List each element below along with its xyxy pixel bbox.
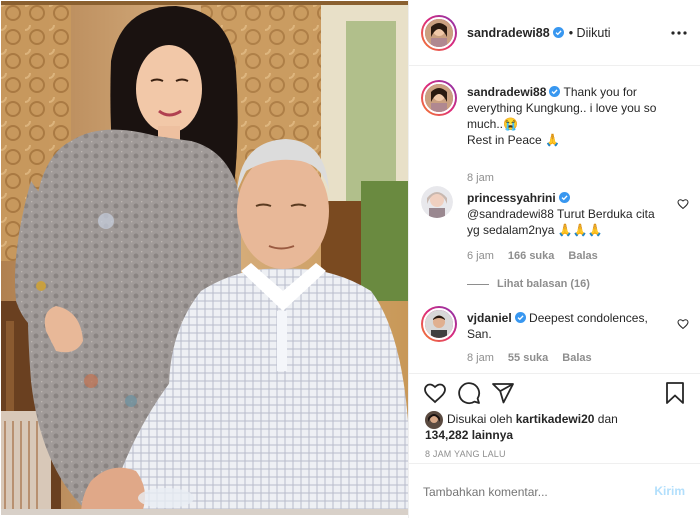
comment-text: vjdaniel Deepest condolences, San. <box>467 310 663 342</box>
replies-divider <box>467 283 489 285</box>
comments-list: sandradewi88 Thank you for everything Ku… <box>409 66 700 373</box>
add-comment-bar: Kirim <box>409 463 700 518</box>
verified-badge-icon <box>514 312 526 323</box>
caption-avatar-ring[interactable] <box>421 80 457 116</box>
verified-badge-icon <box>558 192 570 203</box>
comment-username[interactable]: vjdaniel <box>467 311 512 325</box>
comment-time[interactable]: 6 jam <box>467 250 494 262</box>
liker-username[interactable]: kartikadewi20 <box>516 412 595 426</box>
commenter-avatar <box>425 310 453 338</box>
comment-item: vjdaniel Deepest condolences, San. 8 jam… <box>421 306 689 373</box>
comment-reply-button[interactable]: Balas <box>562 352 591 364</box>
view-replies[interactable]: Lihat balasan (16) <box>467 278 590 290</box>
comment-input[interactable] <box>423 482 623 502</box>
more-icon[interactable] <box>671 26 687 40</box>
caption-time[interactable]: 8 jam <box>467 172 494 184</box>
comment-text: princessyahrini @sandradewi88 Turut Berd… <box>467 190 663 238</box>
likes-connector: dan <box>597 412 618 426</box>
post-photo-image <box>1 1 408 515</box>
comment-icon[interactable] <box>457 381 481 405</box>
post-side-panel: sandradewi88 • Diikuti sandradewi88 Than… <box>408 0 700 518</box>
likes-prefix: Disukai oleh <box>447 412 513 426</box>
heart-icon[interactable] <box>423 381 447 405</box>
comment-like-heart-icon[interactable] <box>677 198 689 210</box>
comment-like-heart-icon[interactable] <box>677 318 689 330</box>
commenter-avatar[interactable] <box>421 186 453 218</box>
likes-others[interactable]: 134,282 lainnya <box>425 428 513 442</box>
verified-badge-icon <box>549 86 561 97</box>
comment-likes[interactable]: 55 suka <box>508 352 548 364</box>
comment-body: @sandradewi88 Turut Berduka cita yg seda… <box>467 207 655 237</box>
comment-likes[interactable]: 166 suka <box>508 250 554 262</box>
author-avatar-ring[interactable] <box>421 14 457 51</box>
caption-username[interactable]: sandradewi88 <box>467 85 546 99</box>
caption-body-line2: Rest in Peace 🙏 <box>467 133 560 147</box>
comment-item: princessyahrini @sandradewi88 Turut Berd… <box>421 186 689 296</box>
comment-meta: 6 jam 166 suka Balas <box>467 250 598 262</box>
comment-time[interactable]: 8 jam <box>467 352 494 364</box>
post-header: sandradewi88 • Diikuti <box>409 0 700 66</box>
caption-meta: 8 jam <box>467 172 494 184</box>
follow-status[interactable]: • Diikuti <box>569 26 611 40</box>
caption-item: sandradewi88 Thank you for everything Ku… <box>421 80 689 184</box>
comment-meta: 8 jam 55 suka Balas <box>467 352 592 364</box>
caption-text: sandradewi88 Thank you for everything Ku… <box>467 84 663 148</box>
caption-avatar <box>425 84 453 112</box>
instagram-post-window: sandradewi88 • Diikuti sandradewi88 Than… <box>0 0 700 518</box>
comment-reply-button[interactable]: Balas <box>568 250 597 262</box>
post-timestamp[interactable]: 8 JAM YANG LALU <box>425 449 506 459</box>
author-avatar <box>425 18 453 47</box>
bookmark-icon[interactable] <box>663 381 687 405</box>
liker-avatar[interactable] <box>425 411 443 429</box>
share-icon[interactable] <box>491 381 515 405</box>
likes-summary: Disukai oleh kartikadewi20 dan 134,282 l… <box>425 411 687 443</box>
author-username[interactable]: sandradewi88 <box>467 26 550 40</box>
post-photo <box>1 1 408 515</box>
post-comment-button[interactable]: Kirim <box>654 484 685 498</box>
commenter-avatar-ring[interactable] <box>421 306 457 342</box>
comment-username[interactable]: princessyahrini <box>467 191 556 205</box>
view-replies-link[interactable]: Lihat balasan (16) <box>497 278 590 290</box>
verified-badge-icon <box>552 27 564 38</box>
